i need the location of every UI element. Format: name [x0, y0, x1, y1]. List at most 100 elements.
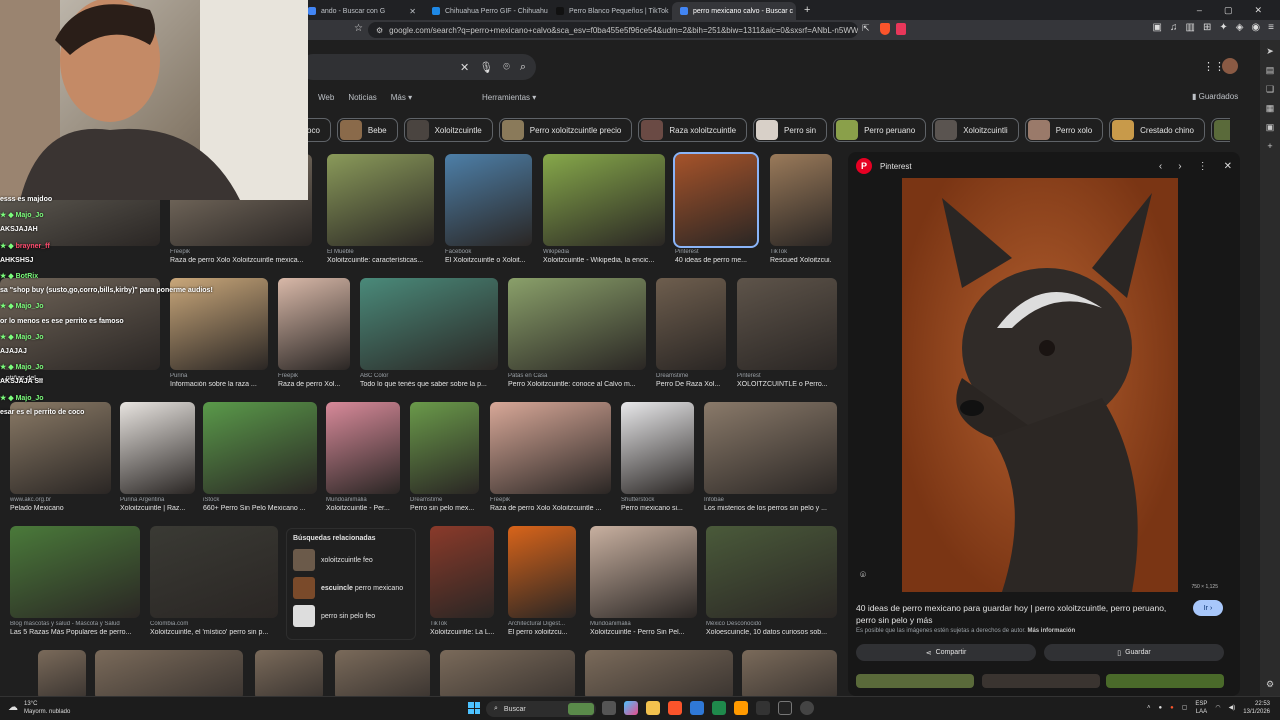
- result-source[interactable]: Pinterest: [737, 373, 837, 379]
- preview-title[interactable]: 40 ideas de perro mexicano para guardar …: [856, 602, 1186, 626]
- result-thumbnail[interactable]: [543, 154, 665, 246]
- result-source[interactable]: Facebook: [445, 249, 532, 255]
- result-thumbnail[interactable]: [326, 402, 400, 494]
- result-source[interactable]: Shutterstock: [621, 497, 694, 503]
- search-icon[interactable]: ⌕: [520, 61, 526, 74]
- nav-news[interactable]: Noticias: [348, 93, 376, 102]
- bookmarks-icon[interactable]: ❑: [1266, 84, 1274, 95]
- image-result[interactable]: Dreamstime Perro sin pelo mex...: [410, 402, 479, 512]
- related-image-thumb[interactable]: [1106, 674, 1224, 688]
- related-item[interactable]: perro sin pelo feo: [293, 604, 409, 628]
- result-source[interactable]: Mundoanimalia: [590, 621, 697, 627]
- result-caption[interactable]: El perro xoloitzcu...: [508, 629, 576, 636]
- store-icon[interactable]: [690, 701, 704, 715]
- result-thumbnail[interactable]: [430, 526, 494, 618]
- more-options-icon[interactable]: ⋮: [1198, 161, 1208, 172]
- tab-1[interactable]: Chihuahua Perro GIF - Chihuahua Pe✕: [424, 2, 548, 20]
- omnibox[interactable]: ⚙ google.com/search?q=perro+mexicano+cal…: [368, 22, 858, 38]
- result-caption[interactable]: El Xoloitzcuintle o Xoloit...: [445, 257, 532, 264]
- illustrator-icon[interactable]: [734, 701, 748, 715]
- result-source[interactable]: Dreamstime: [656, 373, 726, 379]
- close-panel-icon[interactable]: ✕: [1224, 161, 1232, 172]
- history-icon[interactable]: ▦: [1266, 103, 1275, 114]
- visual-search-icon[interactable]: ⌾: [860, 570, 866, 581]
- copilot-icon[interactable]: [624, 701, 638, 715]
- result-source[interactable]: Wikipedia: [543, 249, 665, 255]
- image-result[interactable]: Mundoanimalia Xoloitzcuintle - Perro Sin …: [590, 526, 697, 636]
- menu-icon[interactable]: ≡: [1268, 22, 1274, 33]
- result-thumbnail[interactable]: [704, 402, 837, 494]
- minimize-button[interactable]: –: [1197, 5, 1202, 16]
- result-caption[interactable]: Las 5 Razas Más Populares de perro...: [10, 629, 140, 636]
- result-caption[interactable]: Todo lo que tenés que saber sobre la p..…: [360, 381, 498, 388]
- image-result[interactable]: Colombia.com Xoloitzcuintle, el 'místico'…: [150, 526, 278, 636]
- tools-button[interactable]: Herramientas ▾: [482, 93, 536, 102]
- share-icon[interactable]: ⇱: [862, 23, 870, 34]
- result-thumbnail[interactable]: [335, 650, 430, 696]
- search-chip[interactable]: Bebe: [336, 118, 398, 142]
- result-thumbnail[interactable]: [621, 402, 694, 494]
- vpn-icon[interactable]: ◈: [1236, 22, 1244, 33]
- image-result[interactable]: TikTok Xoloitzcuintle: La L...: [430, 526, 494, 636]
- new-tab-button[interactable]: +: [804, 4, 810, 16]
- extensions-icon[interactable]: ⊞: [1203, 22, 1211, 33]
- search-chip[interactable]: Xoloitzcuintli: [932, 118, 1019, 142]
- result-thumbnail[interactable]: [508, 526, 576, 618]
- related-image-thumb[interactable]: [982, 674, 1100, 688]
- result-caption[interactable]: XOLOITZCUINTLE o Perro...: [737, 381, 837, 388]
- task-view-icon[interactable]: [602, 701, 616, 715]
- image-result[interactable]: ABC Color Todo lo que tenés que saber sob…: [360, 278, 498, 388]
- image-result[interactable]: Shutterstock Perro mexicano si...: [621, 402, 694, 512]
- result-caption[interactable]: 660+ Perro Sin Pelo Mexicano ...: [203, 505, 317, 512]
- lens-icon[interactable]: ⌾: [503, 61, 510, 74]
- image-result[interactable]: Freepik Raza de perro Xolo Xoloitzcuintle…: [490, 402, 611, 512]
- result-source[interactable]: Infobae: [704, 497, 837, 503]
- result-caption[interactable]: Xoloescuincle, 10 datos curiosos sob...: [706, 629, 837, 636]
- add-panel-icon[interactable]: +: [1267, 141, 1272, 151]
- result-source[interactable]: Colombia.com: [150, 621, 278, 627]
- more-info-link[interactable]: Más información: [1027, 628, 1075, 634]
- image-result[interactable]: [742, 650, 837, 696]
- image-result[interactable]: [38, 650, 86, 696]
- music-icon[interactable]: ♫: [1170, 22, 1178, 33]
- image-result[interactable]: México Desconocido Xoloescuincle, 10 dato…: [706, 526, 837, 636]
- result-thumbnail[interactable]: [410, 402, 479, 494]
- saved-link[interactable]: ▮ Guardados: [1192, 92, 1238, 101]
- result-caption[interactable]: Perro De Raza Xol...: [656, 381, 726, 388]
- result-caption[interactable]: Xoloitzcuintle: características...: [327, 257, 434, 264]
- clear-search-icon[interactable]: ✕: [460, 61, 469, 74]
- tray-app-icon[interactable]: ●: [1158, 704, 1162, 712]
- result-source[interactable]: www.akc.org.br: [10, 497, 111, 503]
- result-thumbnail[interactable]: [440, 650, 575, 696]
- result-source[interactable]: Architectural Digest...: [508, 621, 576, 627]
- image-result[interactable]: [95, 650, 243, 696]
- result-source[interactable]: Patas en Casa: [508, 373, 646, 379]
- result-caption[interactable]: Xoloitzcuintle | Raz...: [120, 505, 195, 512]
- result-thumbnail[interactable]: [585, 650, 733, 696]
- result-source[interactable]: Freepik: [490, 497, 611, 503]
- result-source[interactable]: iStock: [203, 497, 317, 503]
- image-result[interactable]: [585, 650, 733, 696]
- image-result[interactable]: El Mueble Xoloitzcuintle: características…: [327, 154, 434, 264]
- result-thumbnail[interactable]: [656, 278, 726, 370]
- next-icon[interactable]: ›: [1178, 161, 1181, 172]
- result-caption[interactable]: Xoloitzcuintle - Perro Sin Pel...: [590, 629, 697, 636]
- related-image-thumb[interactable]: [856, 674, 974, 688]
- close-window-button[interactable]: ✕: [1254, 5, 1262, 16]
- result-thumbnail[interactable]: [590, 526, 697, 618]
- image-result[interactable]: Facebook El Xoloitzcuintle o Xoloit...: [445, 154, 532, 264]
- tab-0[interactable]: ando - Buscar con G ✕: [300, 2, 424, 20]
- tab-3[interactable]: perro mexicano calvo - Buscar c✕: [672, 2, 796, 20]
- image-result[interactable]: Patas en Casa Perro Xoloitzcuintle: conoc…: [508, 278, 646, 388]
- result-thumbnail[interactable]: [508, 278, 646, 370]
- image-result[interactable]: [440, 650, 575, 696]
- result-caption[interactable]: Perro mexicano si...: [621, 505, 694, 512]
- image-result[interactable]: [335, 650, 430, 696]
- nav-web[interactable]: Web: [318, 93, 334, 102]
- search-chip[interactable]: Raza xoloitzcuintle: [638, 118, 748, 142]
- image-result[interactable]: Dreamstime Perro De Raza Xol...: [656, 278, 726, 388]
- result-caption[interactable]: Xoloitzcuintle, el 'místico' perro sin p…: [150, 629, 278, 636]
- visit-button[interactable]: Ir ›: [1193, 600, 1223, 616]
- account-avatar[interactable]: [1222, 58, 1238, 74]
- result-caption[interactable]: 40 ideas de perro me...: [675, 257, 757, 264]
